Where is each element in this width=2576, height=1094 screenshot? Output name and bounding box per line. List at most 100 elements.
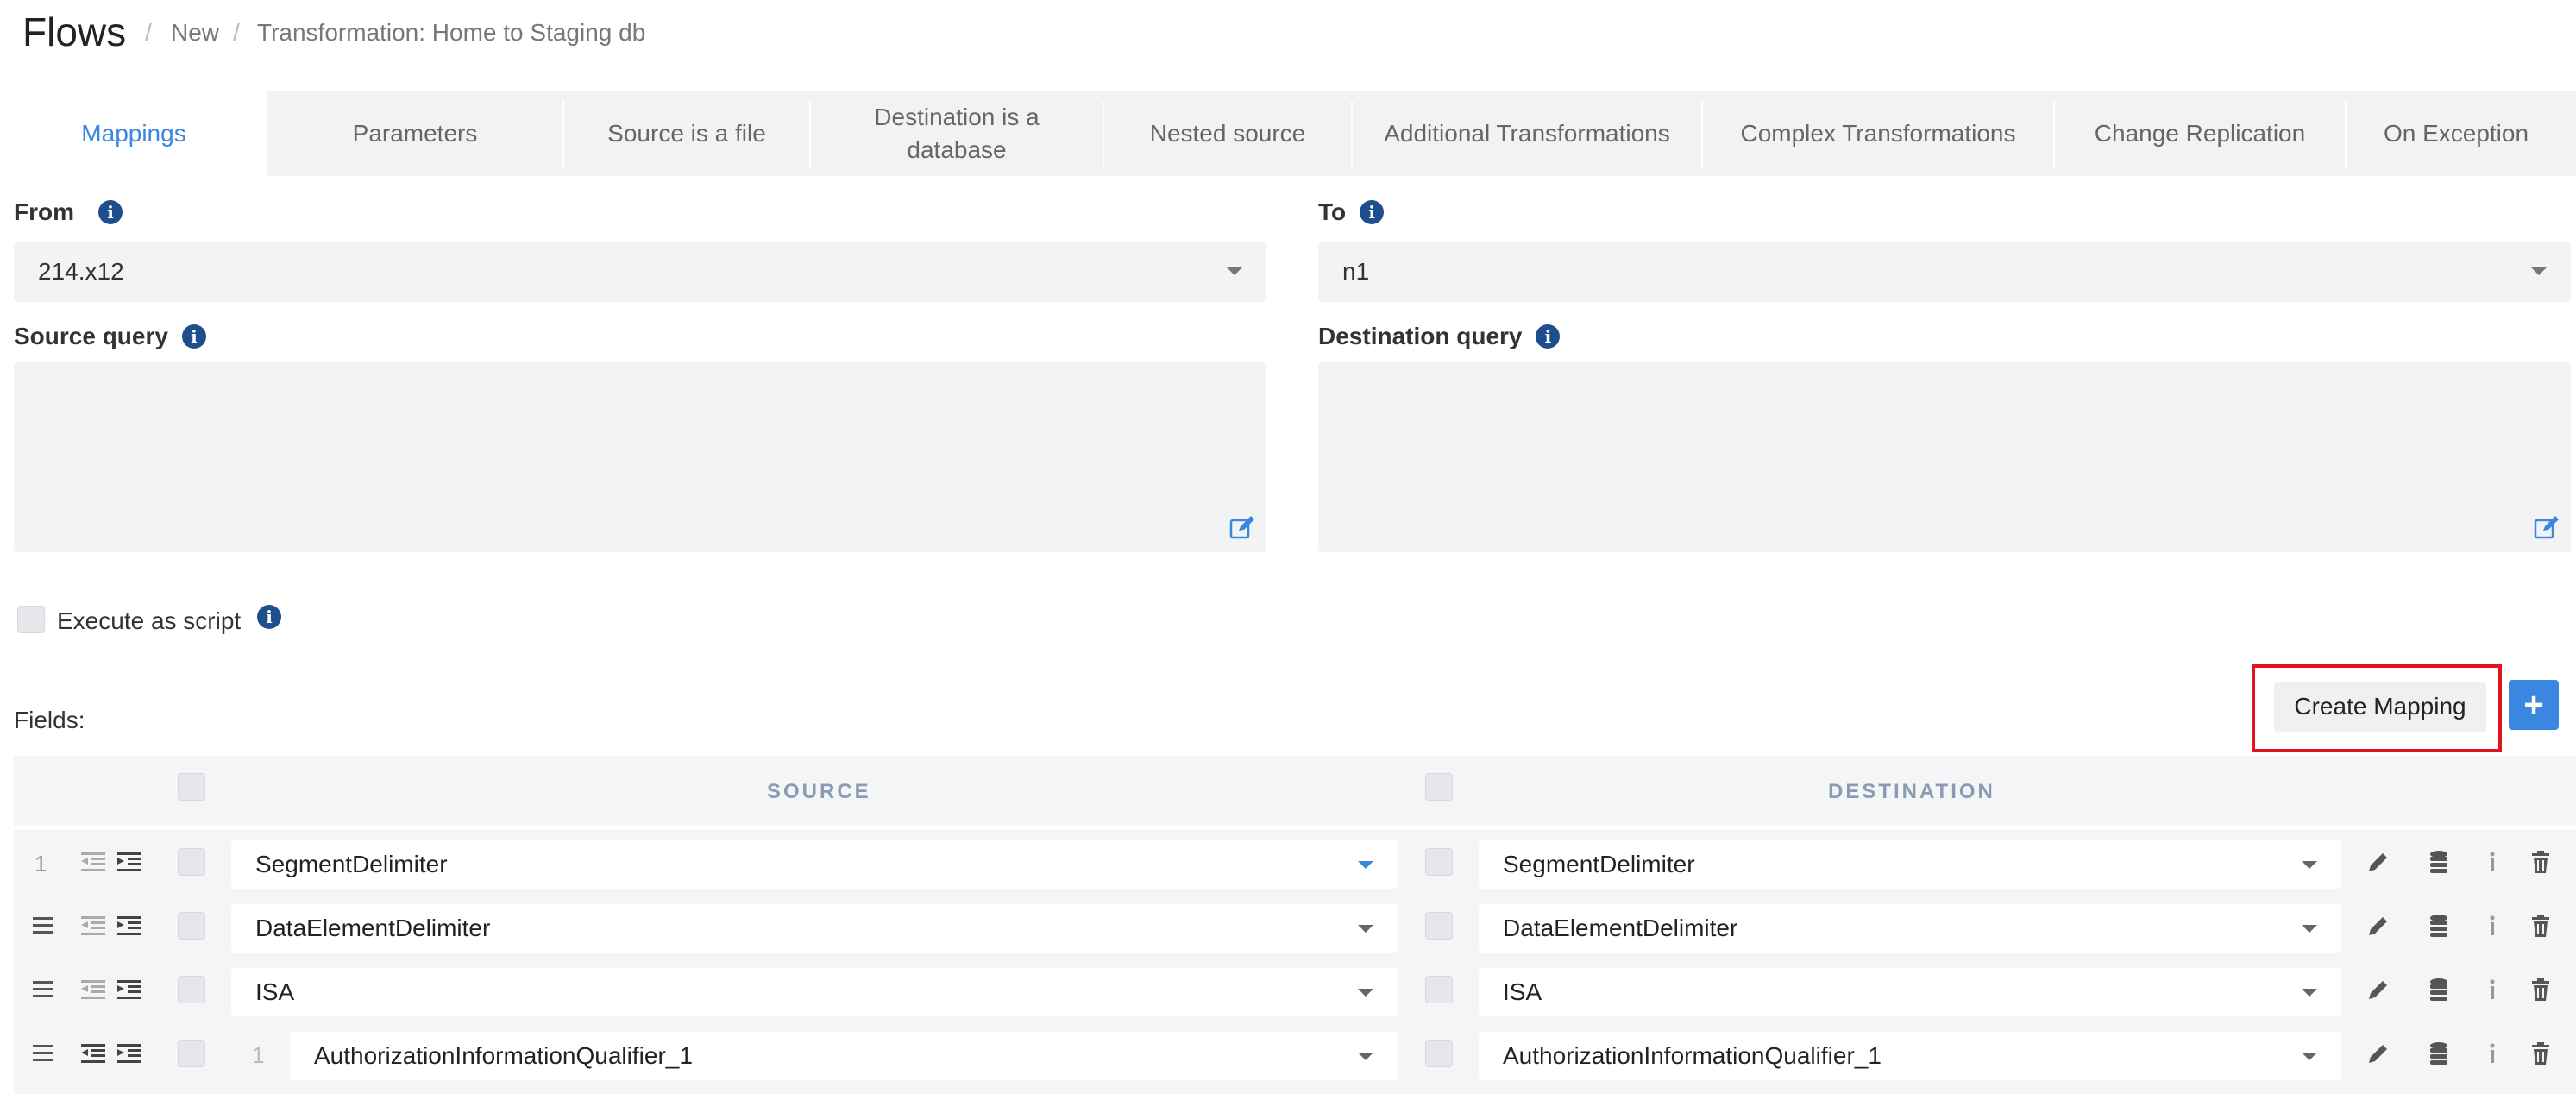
destination-field-select[interactable]: ISA bbox=[1479, 968, 2341, 1016]
pencil-icon[interactable] bbox=[2366, 1041, 2391, 1066]
tab-additional-transformations[interactable]: Additional Transformations bbox=[1353, 91, 1701, 176]
table-row: 1 AuthorizationInformationQualifier_1 Au… bbox=[14, 1022, 2576, 1094]
info-icon[interactable]: i bbox=[1536, 324, 1561, 349]
row-destination-checkbox[interactable] bbox=[1425, 1040, 1453, 1067]
chevron-down-icon bbox=[1358, 925, 1373, 933]
row-source-checkbox[interactable] bbox=[178, 848, 205, 876]
pencil-icon[interactable] bbox=[2366, 849, 2391, 875]
edit-icon[interactable] bbox=[1228, 514, 1256, 542]
drag-handle-icon[interactable] bbox=[33, 917, 53, 934]
chevron-down-icon bbox=[2302, 925, 2317, 933]
source-field-value: AuthorizationInformationQualifier_1 bbox=[314, 1042, 693, 1069]
row-source-checkbox[interactable] bbox=[178, 912, 205, 940]
row-source-checkbox[interactable] bbox=[178, 1040, 205, 1067]
source-field-select[interactable]: SegmentDelimiter bbox=[231, 840, 1398, 889]
from-select[interactable]: 214.x12 bbox=[14, 242, 1266, 302]
tab-source-is-a-file[interactable]: Source is a file bbox=[564, 91, 809, 176]
source-query-label-row: Source query i bbox=[14, 323, 206, 350]
info-icon[interactable]: i bbox=[181, 324, 206, 349]
tab-parameters[interactable]: Parameters bbox=[267, 91, 562, 176]
outdent-icon[interactable] bbox=[81, 916, 105, 935]
database-icon[interactable] bbox=[2426, 849, 2452, 875]
table-row: ISA ISA bbox=[14, 958, 2576, 1022]
from-label-row: From i bbox=[14, 198, 123, 226]
trash-icon[interactable] bbox=[2528, 913, 2554, 939]
add-field-button[interactable]: + bbox=[2509, 680, 2559, 730]
source-field-value: SegmentDelimiter bbox=[255, 851, 448, 877]
breadcrumb-current: Transformation: Home to Staging db bbox=[257, 19, 646, 46]
destination-field-value: ISA bbox=[1503, 978, 1542, 1005]
outdent-icon[interactable] bbox=[81, 980, 105, 999]
nested-row-number: 1 bbox=[252, 1042, 265, 1068]
database-icon[interactable] bbox=[2426, 913, 2452, 939]
chevron-down-icon bbox=[2302, 989, 2317, 997]
outdent-icon[interactable] bbox=[81, 852, 105, 871]
to-select[interactable]: n1 bbox=[1318, 242, 2571, 302]
destination-query-input[interactable] bbox=[1318, 362, 2571, 552]
chevron-down-icon bbox=[2302, 1053, 2317, 1060]
drag-handle-icon[interactable] bbox=[33, 1045, 53, 1062]
breadcrumb-separator: / bbox=[233, 19, 240, 46]
info-icon[interactable] bbox=[2479, 977, 2505, 1003]
indent-icon[interactable] bbox=[117, 916, 141, 935]
row-destination-checkbox[interactable] bbox=[1425, 848, 1453, 876]
indent-icon[interactable] bbox=[117, 1044, 141, 1063]
tab-label: Destination is a database bbox=[874, 104, 1040, 163]
row-source-checkbox[interactable] bbox=[178, 976, 205, 1003]
chevron-down-icon bbox=[1358, 861, 1373, 869]
tab-nested-source[interactable]: Nested source bbox=[1104, 91, 1351, 176]
tab-on-exception[interactable]: On Exception bbox=[2347, 91, 2566, 176]
outdent-icon[interactable] bbox=[81, 1044, 105, 1063]
database-icon[interactable] bbox=[2426, 977, 2452, 1003]
drag-handle-icon[interactable] bbox=[33, 981, 53, 998]
source-field-select[interactable]: AuthorizationInformationQualifier_1 bbox=[290, 1032, 1398, 1080]
tab-destination-is-a-database[interactable]: Destination is a database bbox=[811, 91, 1103, 176]
source-field-select[interactable]: ISA bbox=[231, 968, 1398, 1016]
tab-mappings[interactable]: Mappings bbox=[0, 91, 267, 176]
tab-bar: Mappings Parameters Source is a file Des… bbox=[0, 91, 2576, 176]
table-row: DataElementDelimiter DataElementDelimite… bbox=[14, 894, 2576, 958]
info-icon[interactable] bbox=[2479, 849, 2505, 875]
select-all-source-checkbox[interactable] bbox=[178, 773, 205, 801]
database-icon[interactable] bbox=[2426, 1041, 2452, 1066]
info-icon[interactable] bbox=[2479, 1041, 2505, 1066]
fields-label: Fields: bbox=[14, 707, 85, 733]
row-destination-checkbox[interactable] bbox=[1425, 976, 1453, 1003]
pencil-icon[interactable] bbox=[2366, 913, 2391, 939]
info-icon[interactable]: i bbox=[98, 200, 123, 224]
row-number: 1 bbox=[35, 851, 47, 877]
from-label: From bbox=[14, 198, 74, 225]
to-label-row: To i bbox=[1318, 198, 1385, 226]
info-icon[interactable]: i bbox=[1360, 200, 1385, 224]
trash-icon[interactable] bbox=[2528, 1041, 2554, 1066]
source-field-value: DataElementDelimiter bbox=[255, 915, 491, 941]
execute-as-script-label: Execute as script bbox=[57, 607, 242, 634]
select-all-destination-checkbox[interactable] bbox=[1425, 773, 1453, 801]
execute-as-script-checkbox[interactable] bbox=[17, 606, 45, 633]
row-destination-checkbox[interactable] bbox=[1425, 912, 1453, 940]
header: Flows / New / Transformation: Home to St… bbox=[0, 0, 2576, 78]
chevron-down-icon bbox=[2302, 861, 2317, 869]
create-mapping-button[interactable]: Create Mapping bbox=[2274, 682, 2486, 732]
destination-field-select[interactable]: AuthorizationInformationQualifier_1 bbox=[1479, 1032, 2341, 1080]
trash-icon[interactable] bbox=[2528, 849, 2554, 875]
chevron-down-icon bbox=[1227, 267, 1242, 275]
destination-field-select[interactable]: SegmentDelimiter bbox=[1479, 840, 2341, 889]
indent-icon[interactable] bbox=[117, 980, 141, 999]
chevron-down-icon bbox=[1358, 989, 1373, 997]
source-field-select[interactable]: DataElementDelimiter bbox=[231, 904, 1398, 953]
source-query-input[interactable] bbox=[14, 362, 1266, 552]
breadcrumb-new[interactable]: New bbox=[171, 19, 219, 47]
edit-icon[interactable] bbox=[2533, 514, 2560, 542]
info-icon[interactable]: i bbox=[257, 605, 281, 629]
destination-field-select[interactable]: DataElementDelimiter bbox=[1479, 904, 2341, 953]
to-value: n1 bbox=[1342, 258, 1370, 285]
info-icon[interactable] bbox=[2479, 913, 2505, 939]
pencil-icon[interactable] bbox=[2366, 977, 2391, 1003]
destination-query-label: Destination query bbox=[1318, 323, 1523, 349]
trash-icon[interactable] bbox=[2528, 977, 2554, 1003]
indent-icon[interactable] bbox=[117, 852, 141, 871]
tab-complex-transformations[interactable]: Complex Transformations bbox=[1703, 91, 2053, 176]
source-column-header: SOURCE bbox=[767, 780, 871, 803]
tab-change-replication[interactable]: Change Replication bbox=[2055, 91, 2345, 176]
